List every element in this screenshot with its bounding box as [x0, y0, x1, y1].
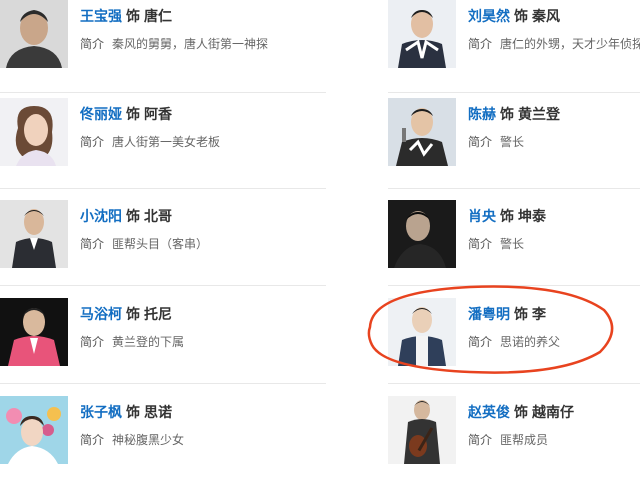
role-name[interactable]: 李 — [532, 307, 546, 323]
actor-photo[interactable] — [388, 0, 456, 68]
desc-label: 简介 — [80, 433, 105, 447]
actor-photo[interactable] — [388, 298, 456, 366]
role-name[interactable]: 阿香 — [144, 107, 172, 123]
actor-name-link[interactable]: 潘粤明 — [468, 307, 510, 323]
actor-photo[interactable] — [388, 396, 456, 464]
actor-name-link[interactable]: 陈赫 — [468, 107, 496, 123]
cast-card: 王宝强饰唐仁 简介 秦风的舅舅，唐人街第一神探 — [0, 0, 268, 90]
as-label: 饰 — [514, 9, 528, 25]
actor-name-link[interactable]: 王宝强 — [80, 9, 122, 25]
as-label: 饰 — [126, 107, 140, 123]
actor-photo[interactable] — [0, 396, 68, 464]
row-divider — [0, 285, 326, 286]
row-divider — [388, 92, 640, 93]
actor-name-link[interactable]: 马浴柯 — [80, 307, 122, 323]
actor-photo[interactable] — [0, 298, 68, 366]
role-name[interactable]: 唐仁 — [144, 9, 172, 25]
desc-label: 简介 — [468, 335, 493, 349]
cast-card: 潘粤明饰李 简介 思诺的养父 — [388, 298, 640, 388]
as-label: 饰 — [500, 107, 514, 123]
cast-list: 王宝强饰唐仁 简介 秦风的舅舅，唐人街第一神探 刘昊然饰秦风 简介 唐仁的外甥，天才… — [0, 0, 640, 472]
role-description: 匪帮成员 — [500, 433, 549, 447]
actor-name-link[interactable]: 赵英俊 — [468, 405, 510, 421]
desc-label: 简介 — [468, 237, 493, 251]
role-description: 黄兰登的下属 — [112, 335, 185, 349]
desc-label: 简介 — [80, 37, 105, 51]
role-description: 唐人街第一美女老板 — [112, 135, 221, 149]
desc-label: 简介 — [80, 135, 105, 149]
cast-card: 肖央饰坤泰 简介 警长 — [388, 200, 640, 290]
desc-label: 简介 — [468, 135, 493, 149]
role-description: 唐仁的外甥，天才少年侦探 — [500, 37, 640, 51]
cast-card: 张子枫饰思诺 简介 神秘腹黑少女 — [0, 396, 260, 486]
desc-label: 简介 — [80, 335, 105, 349]
as-label: 饰 — [126, 307, 140, 323]
actor-photo[interactable] — [0, 0, 68, 68]
role-name[interactable]: 思诺 — [144, 405, 172, 421]
role-description: 警长 — [500, 237, 525, 251]
actor-photo[interactable] — [0, 200, 68, 268]
actor-photo[interactable] — [0, 98, 68, 166]
as-label: 饰 — [514, 405, 528, 421]
actor-photo[interactable] — [388, 98, 456, 166]
actor-name-link[interactable]: 张子枫 — [80, 405, 122, 421]
as-label: 饰 — [514, 307, 528, 323]
row-divider — [388, 188, 640, 189]
role-description: 匪帮头目（客串） — [112, 237, 209, 251]
as-label: 饰 — [500, 209, 514, 225]
row-divider — [0, 92, 326, 93]
cast-card: 马浴柯饰托尼 简介 黄兰登的下属 — [0, 298, 260, 388]
desc-label: 简介 — [468, 37, 493, 51]
desc-label: 简介 — [468, 433, 493, 447]
actor-name-link[interactable]: 佟丽娅 — [80, 107, 122, 123]
role-name[interactable]: 黄兰登 — [518, 107, 560, 123]
row-divider — [388, 383, 640, 384]
row-divider — [0, 383, 326, 384]
as-label: 饰 — [126, 405, 140, 421]
role-description: 神秘腹黑少女 — [112, 433, 185, 447]
as-label: 饰 — [126, 209, 140, 225]
role-name[interactable]: 托尼 — [144, 307, 172, 323]
actor-name-link[interactable]: 刘昊然 — [468, 9, 510, 25]
actor-photo[interactable] — [388, 200, 456, 268]
cast-card: 佟丽娅饰阿香 简介 唐人街第一美女老板 — [0, 98, 260, 188]
actor-name-link[interactable]: 小沈阳 — [80, 209, 122, 225]
role-description: 秦风的舅舅，唐人街第一神探 — [112, 37, 269, 51]
actor-name-link[interactable]: 肖央 — [468, 209, 496, 225]
cast-card: 小沈阳饰北哥 简介 匪帮头目（客串） — [0, 200, 260, 290]
role-description: 思诺的养父 — [500, 335, 561, 349]
row-divider — [0, 188, 326, 189]
cast-card: 陈赫饰黄兰登 简介 警长 — [388, 98, 640, 188]
role-description: 警长 — [500, 135, 525, 149]
role-name[interactable]: 北哥 — [144, 209, 172, 225]
role-name[interactable]: 秦风 — [532, 9, 560, 25]
row-divider — [388, 285, 640, 286]
cast-card: 刘昊然饰秦风 简介 唐仁的外甥，天才少年侦探 — [388, 0, 640, 90]
cast-card: 赵英俊饰越南仔 简介 匪帮成员 — [388, 396, 640, 486]
as-label: 饰 — [126, 9, 140, 25]
role-name[interactable]: 坤泰 — [518, 209, 546, 225]
desc-label: 简介 — [80, 237, 105, 251]
role-name[interactable]: 越南仔 — [532, 405, 574, 421]
